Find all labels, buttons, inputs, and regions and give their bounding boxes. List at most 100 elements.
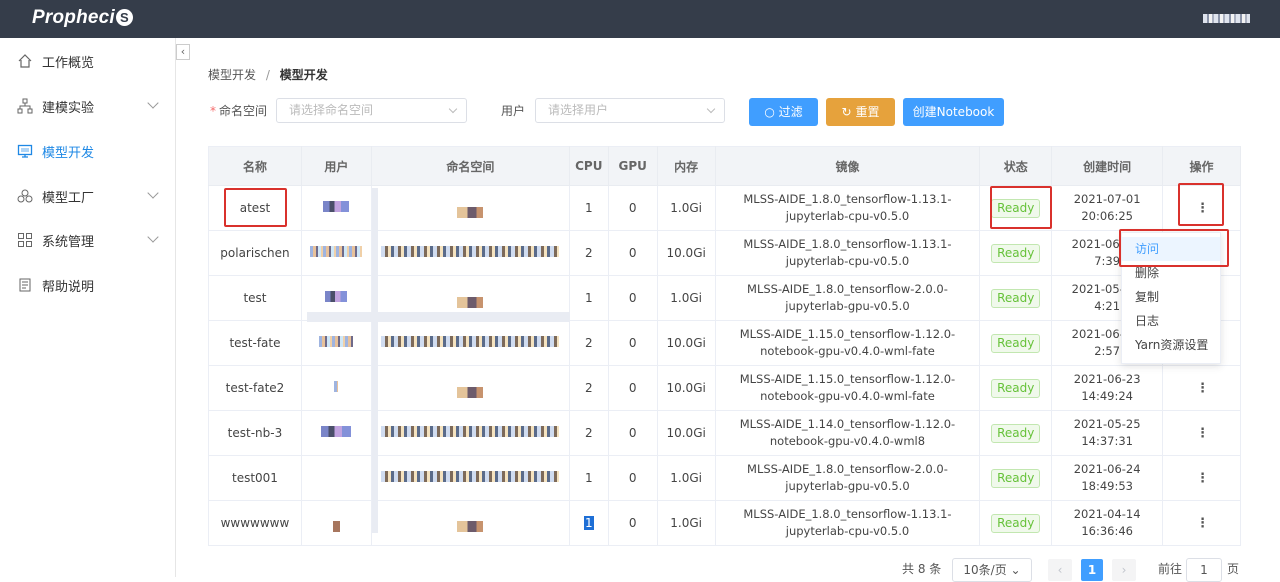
cell-namespace <box>371 320 570 366</box>
sidebar: 工作概览 建模实验 模型开发 模型工厂 系统管理 帮助说明 <box>0 38 176 577</box>
col-header-memory[interactable]: 内存 <box>657 146 716 186</box>
cell-image: MLSS-AIDE_1.8.0_tensorflow-1.13.1-jupyte… <box>715 500 981 546</box>
cell-cpu: 2 <box>569 230 609 276</box>
highlight-box <box>224 188 287 227</box>
cell-gpu: 0 <box>608 455 658 501</box>
breadcrumb-parent[interactable]: 模型开发 <box>208 68 256 82</box>
col-header-created[interactable]: 创建时间 <box>1051 146 1164 186</box>
cell-name: polarischen <box>208 230 302 276</box>
col-header-user[interactable]: 用户 <box>301 146 372 186</box>
app-logo[interactable]: Propheci S <box>32 7 133 29</box>
chevron-down-icon: ⌄ <box>1010 563 1021 577</box>
create-notebook-button[interactable]: 创建Notebook <box>903 98 1004 126</box>
namespace-select[interactable]: 请选择命名空间 <box>276 98 467 123</box>
redaction-bar <box>307 312 570 322</box>
cell-gpu: 0 <box>608 365 658 411</box>
col-header-actions: 操作 <box>1162 146 1241 186</box>
cell-name: test <box>208 275 302 321</box>
chevron-down-icon <box>448 104 458 114</box>
highlight-box <box>1178 183 1224 226</box>
more-actions-icon[interactable]: ⋮ <box>1196 471 1209 486</box>
cell-cpu: 1 <box>569 455 609 501</box>
cell-gpu: 0 <box>608 275 658 321</box>
cell-created: 2021-07-01 20:06:25 <box>1051 185 1164 231</box>
breadcrumb-separator: / <box>265 68 270 82</box>
sidebar-item-label: 帮助说明 <box>42 279 95 295</box>
cell-image: MLSS-AIDE_1.8.0_tensorflow-1.13.1-jupyte… <box>715 185 981 231</box>
pagination-total: 共 8 条 <box>902 562 942 576</box>
goto-page-input[interactable]: 1 <box>1186 558 1222 582</box>
user-placeholder: 请选择用户 <box>548 103 609 117</box>
redaction-bar <box>372 188 378 533</box>
more-actions-icon[interactable]: ⋮ <box>1196 516 1209 531</box>
col-header-namespace[interactable]: 命名空间 <box>371 146 570 186</box>
table-row: polarischen 2 0 10.0Gi MLSS-AIDE_1.8.0_t… <box>208 230 1241 276</box>
page-number-current[interactable]: 1 <box>1081 559 1103 581</box>
sidebar-item-label: 工作概览 <box>42 55 95 71</box>
more-actions-icon[interactable]: ⋮ <box>1196 426 1209 441</box>
sidebar-collapse-button[interactable]: ‹ <box>176 44 190 60</box>
table-row: atest 1 0 1.0Gi MLSS-AIDE_1.8.0_tensorfl… <box>208 185 1241 231</box>
highlight-box <box>990 186 1052 229</box>
cell-cpu: 1 <box>569 500 609 546</box>
required-marker: * <box>210 104 216 118</box>
redacted-user <box>332 521 340 532</box>
status-badge: Ready <box>991 423 1041 443</box>
sidebar-item-model-dev[interactable]: 模型开发 <box>0 136 175 166</box>
col-header-cpu[interactable]: CPU <box>569 146 609 186</box>
cell-name: test-fate2 <box>208 365 302 411</box>
cell-memory: 10.0Gi <box>657 320 716 366</box>
grid-icon <box>16 231 34 249</box>
monitor-icon <box>16 142 34 160</box>
sidebar-item-overview[interactable]: 工作概览 <box>0 46 175 76</box>
cell-image: MLSS-AIDE_1.15.0_tensorflow-1.12.0-noteb… <box>715 365 981 411</box>
sidebar-item-model-factory[interactable]: 模型工厂 <box>0 181 175 211</box>
cell-memory: 1.0Gi <box>657 455 716 501</box>
cell-namespace <box>371 410 570 456</box>
sidebar-item-experiments[interactable]: 建模实验 <box>0 91 175 121</box>
filter-button[interactable]: ○ 过滤 <box>749 98 818 126</box>
cell-created: 2021-06-23 14:49:24 <box>1051 365 1164 411</box>
col-header-name[interactable]: 名称 <box>208 146 302 186</box>
cell-memory: 10.0Gi <box>657 365 716 411</box>
page-size-select[interactable]: 10条/页 ⌄ <box>952 558 1032 582</box>
cell-user <box>301 185 372 231</box>
cell-name: test-fate <box>208 320 302 366</box>
cell-image: MLSS-AIDE_1.8.0_tensorflow-2.0.0-jupyter… <box>715 455 981 501</box>
table-header-row: 名称 用户 命名空间 CPU GPU 内存 镜像 状态 创建时间 操作 <box>208 146 1241 186</box>
sidebar-item-system[interactable]: 系统管理 <box>0 225 175 255</box>
chevron-down-icon <box>147 97 159 109</box>
namespace-label: * 命名空间 <box>210 104 268 118</box>
next-page-button[interactable]: › <box>1112 559 1136 581</box>
top-bar: Propheci S <box>0 0 1280 38</box>
menu-item-yarn-settings[interactable]: Yarn资源设置 <box>1122 333 1220 357</box>
menu-item-copy[interactable]: 复制 <box>1122 285 1220 309</box>
cell-user <box>301 410 372 456</box>
cell-actions: ⋮ <box>1162 500 1241 546</box>
col-header-status[interactable]: 状态 <box>979 146 1053 186</box>
hierarchy-icon <box>16 97 34 115</box>
redacted-user <box>321 425 352 437</box>
cell-cpu: 1 <box>569 185 609 231</box>
redacted-user <box>334 380 339 392</box>
factory-icon <box>16 187 34 205</box>
cell-status: Ready <box>979 500 1053 546</box>
reset-button[interactable]: ↻ 重置 <box>826 98 895 126</box>
user-select[interactable]: 请选择用户 <box>535 98 725 123</box>
col-header-image[interactable]: 镜像 <box>715 146 981 186</box>
menu-item-logs[interactable]: 日志 <box>1122 309 1220 333</box>
user-avatar[interactable] <box>1203 14 1250 23</box>
redacted-namespace <box>457 207 484 218</box>
cell-user <box>301 500 372 546</box>
search-icon: ○ <box>764 105 775 119</box>
col-header-gpu[interactable]: GPU <box>608 146 658 186</box>
sidebar-item-label: 模型工厂 <box>42 190 95 206</box>
cell-status: Ready <box>979 230 1053 276</box>
more-actions-icon[interactable]: ⋮ <box>1196 381 1209 396</box>
breadcrumb-current: 模型开发 <box>279 68 328 82</box>
prev-page-button[interactable]: ‹ <box>1048 559 1072 581</box>
cell-namespace <box>371 365 570 411</box>
logo-text: Propheci <box>32 7 115 28</box>
document-icon <box>16 276 34 294</box>
sidebar-item-help[interactable]: 帮助说明 <box>0 270 175 300</box>
